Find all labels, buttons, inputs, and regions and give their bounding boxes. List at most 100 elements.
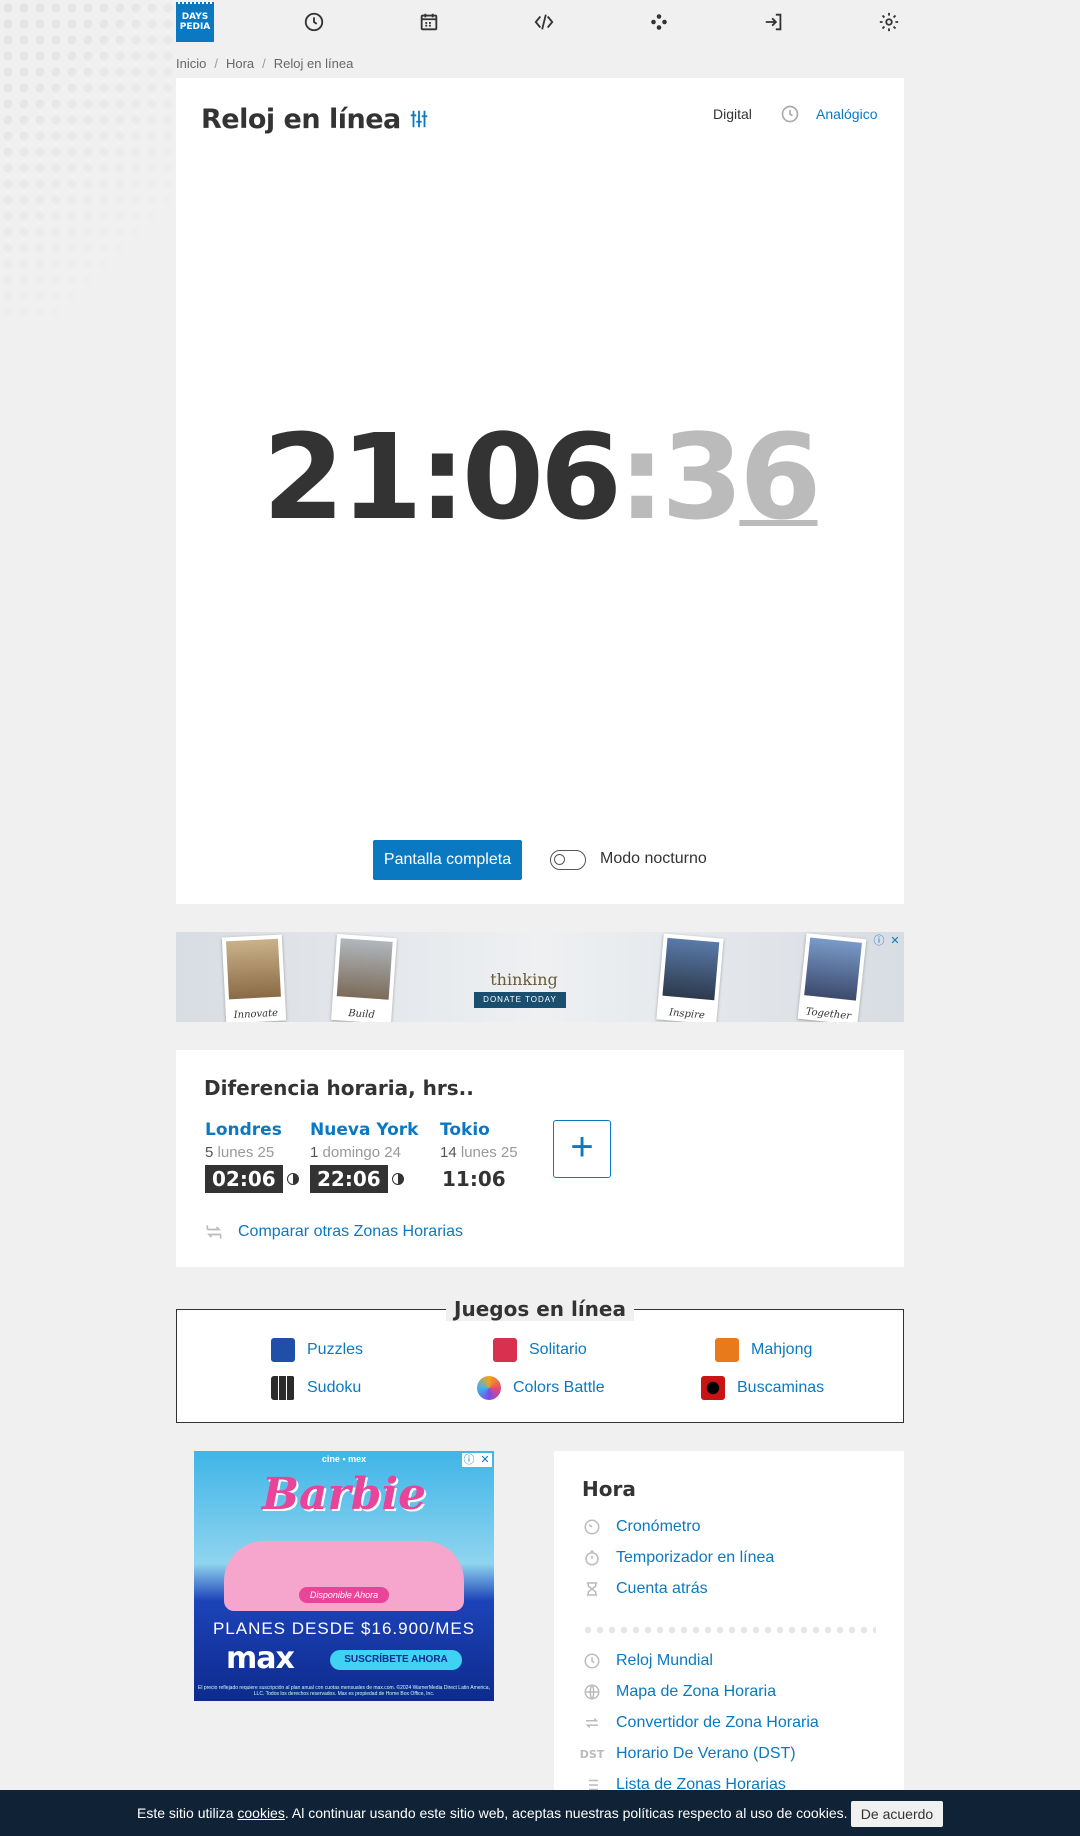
mine-icon: [701, 1376, 725, 1400]
city-time-value: 02:06: [205, 1165, 283, 1193]
game-mahjong[interactable]: Mahjong: [715, 1338, 812, 1362]
clock-seconds-colon: :: [618, 408, 665, 546]
online-games-box: Juegos en línea Puzzles Solitario Mahjon…: [176, 1297, 904, 1423]
ad-info-icon[interactable]: ⓘ: [462, 1453, 476, 1467]
barbie-ad[interactable]: cine • mex Barbie Disponible Ahora PLANE…: [194, 1451, 494, 1701]
link-countdown[interactable]: Cuenta atrás: [582, 1579, 708, 1599]
link-stopwatch[interactable]: Cronómetro: [582, 1517, 700, 1537]
ad-brand-logo: max: [226, 1641, 295, 1676]
site-logo[interactable]: DAYS PEDIA: [176, 2, 214, 42]
city-time: 02:06: [205, 1165, 299, 1193]
link-label: Horario De Verano (DST): [616, 1745, 796, 1762]
game-minesweeper[interactable]: Buscaminas: [701, 1376, 824, 1400]
top-nav: DAYS PEDIA: [176, 0, 904, 44]
game-label: Buscaminas: [737, 1379, 825, 1396]
sudoku-grid-icon: [271, 1376, 295, 1400]
city-date: 1 domingo 24: [310, 1144, 418, 1161]
breadcrumb-current: Reloj en línea: [273, 56, 354, 71]
game-label: Mahjong: [751, 1341, 813, 1358]
ad-controls: ⓘ ✕: [462, 1453, 492, 1467]
page-title: Reloj en línea: [201, 104, 401, 135]
accept-cookies-button[interactable]: De acuerdo: [851, 1801, 943, 1827]
puzzle-icon: [271, 1338, 295, 1362]
games-icon[interactable]: [644, 7, 674, 37]
time-difference-card: Diferencia horaria, hrs.. Londres 5 lune…: [176, 1050, 904, 1267]
ad-plans-text: PLANES DESDE $16.900/MES: [212, 1619, 476, 1638]
code-icon[interactable]: [529, 7, 559, 37]
ad-top-text: cine • mex: [321, 1454, 367, 1464]
login-icon[interactable]: [759, 7, 789, 37]
ad-photo: Innovate: [221, 934, 287, 1022]
toggle-knob: [554, 854, 565, 865]
city-date: 5 lunes 25: [205, 1144, 299, 1161]
link-label: Temporizador en línea: [616, 1549, 775, 1566]
logo-text-bottom: PEDIA: [179, 22, 211, 32]
city-name[interactable]: Tokio: [440, 1120, 518, 1140]
time-tools-title: Hora: [582, 1477, 636, 1501]
game-colors-battle[interactable]: Colors Battle: [477, 1376, 605, 1400]
ad-caption: Together: [805, 1006, 852, 1022]
divider: [582, 1626, 876, 1634]
link-timer[interactable]: Temporizador en línea: [582, 1548, 774, 1568]
clock-icon[interactable]: [299, 7, 329, 37]
link-label: Cronómetro: [616, 1518, 701, 1535]
game-sudoku[interactable]: Sudoku: [271, 1376, 361, 1400]
link-world-clock[interactable]: Reloj Mundial: [582, 1651, 713, 1671]
city-london: Londres 5 lunes 25 02:06: [205, 1120, 299, 1193]
add-city-button[interactable]: +: [553, 1120, 611, 1178]
clock-seconds-ones: 6: [739, 408, 821, 546]
ad-subscribe-button[interactable]: SUSCRÍBETE AHORA: [330, 1650, 462, 1670]
clock-icon: [582, 1651, 602, 1671]
analog-clock-icon: [780, 104, 800, 129]
compare-icon: [206, 1225, 222, 1239]
city-offset: 1: [310, 1144, 319, 1161]
ad-close-icon[interactable]: ✕: [888, 934, 902, 948]
convert-icon: [582, 1713, 602, 1733]
time-tools-card: Hora Cronómetro Temporizador en línea Cu…: [554, 1451, 904, 1836]
city-new-york: Nueva York 1 domingo 24 22:06: [310, 1120, 418, 1193]
ad-photo: Together: [797, 933, 867, 1022]
clock-hours-minutes: 21:06: [262, 408, 622, 546]
city-tokyo: Tokio 14 lunes 25 11:06: [440, 1120, 518, 1193]
city-name[interactable]: Nueva York: [310, 1120, 418, 1140]
night-mode-toggle[interactable]: [550, 850, 586, 870]
cookie-text: Este sitio utiliza cookies. Al continuar…: [137, 1805, 848, 1821]
city-time: 11:06: [440, 1165, 513, 1193]
compare-label: Comparar otras Zonas Horarias: [238, 1223, 463, 1240]
ad-controls: ⓘ ✕: [872, 934, 902, 948]
time-difference-title: Diferencia horaria, hrs..: [204, 1076, 474, 1100]
fullscreen-button[interactable]: Pantalla completa: [373, 840, 522, 880]
link-dst[interactable]: DST Horario De Verano (DST): [579, 1744, 796, 1764]
mode-analog[interactable]: Analógico: [816, 106, 878, 122]
mahjong-icon: [715, 1338, 739, 1362]
ad-fine-print: El precio reflejado requiere suscripción…: [198, 1685, 490, 1697]
ad-caption: Innovate: [233, 1007, 279, 1022]
dst-icon: DST: [579, 1747, 605, 1761]
gear-icon[interactable]: [874, 7, 904, 37]
stopwatch-icon: [582, 1517, 602, 1537]
game-puzzles[interactable]: Puzzles: [271, 1338, 363, 1362]
colors-battle-icon: [477, 1376, 501, 1400]
banner-ad[interactable]: Innovate Build thinking huts DONATE TODA…: [176, 932, 904, 1022]
calendar-icon[interactable]: [414, 7, 444, 37]
night-icon: [286, 1173, 299, 1185]
compare-timezones-link[interactable]: Comparar otras Zonas Horarias: [204, 1222, 463, 1242]
ad-close-icon[interactable]: ✕: [478, 1453, 492, 1467]
link-timezone-converter[interactable]: Convertidor de Zona Horaria: [582, 1713, 819, 1733]
city-name[interactable]: Londres: [205, 1120, 299, 1140]
globe-icon: [582, 1682, 602, 1702]
logo-text-top: DAYS: [181, 12, 209, 22]
cookies-link[interactable]: cookies: [237, 1805, 284, 1821]
night-mode-label: Modo nocturno: [600, 850, 707, 867]
link-label: Cuenta atrás: [616, 1580, 708, 1597]
game-solitaire[interactable]: Solitario: [493, 1338, 587, 1362]
breadcrumb-home[interactable]: Inicio: [176, 56, 206, 71]
mode-digital[interactable]: Digital: [713, 106, 752, 122]
breadcrumb-time[interactable]: Hora: [226, 56, 254, 71]
countdown-icon: [582, 1579, 602, 1599]
link-timezone-map[interactable]: Mapa de Zona Horaria: [582, 1682, 776, 1702]
ad-info-icon[interactable]: ⓘ: [872, 934, 886, 948]
ad-caption: Inspire: [668, 1007, 706, 1022]
sliders-icon[interactable]: [408, 108, 430, 135]
timer-icon: [582, 1548, 602, 1568]
